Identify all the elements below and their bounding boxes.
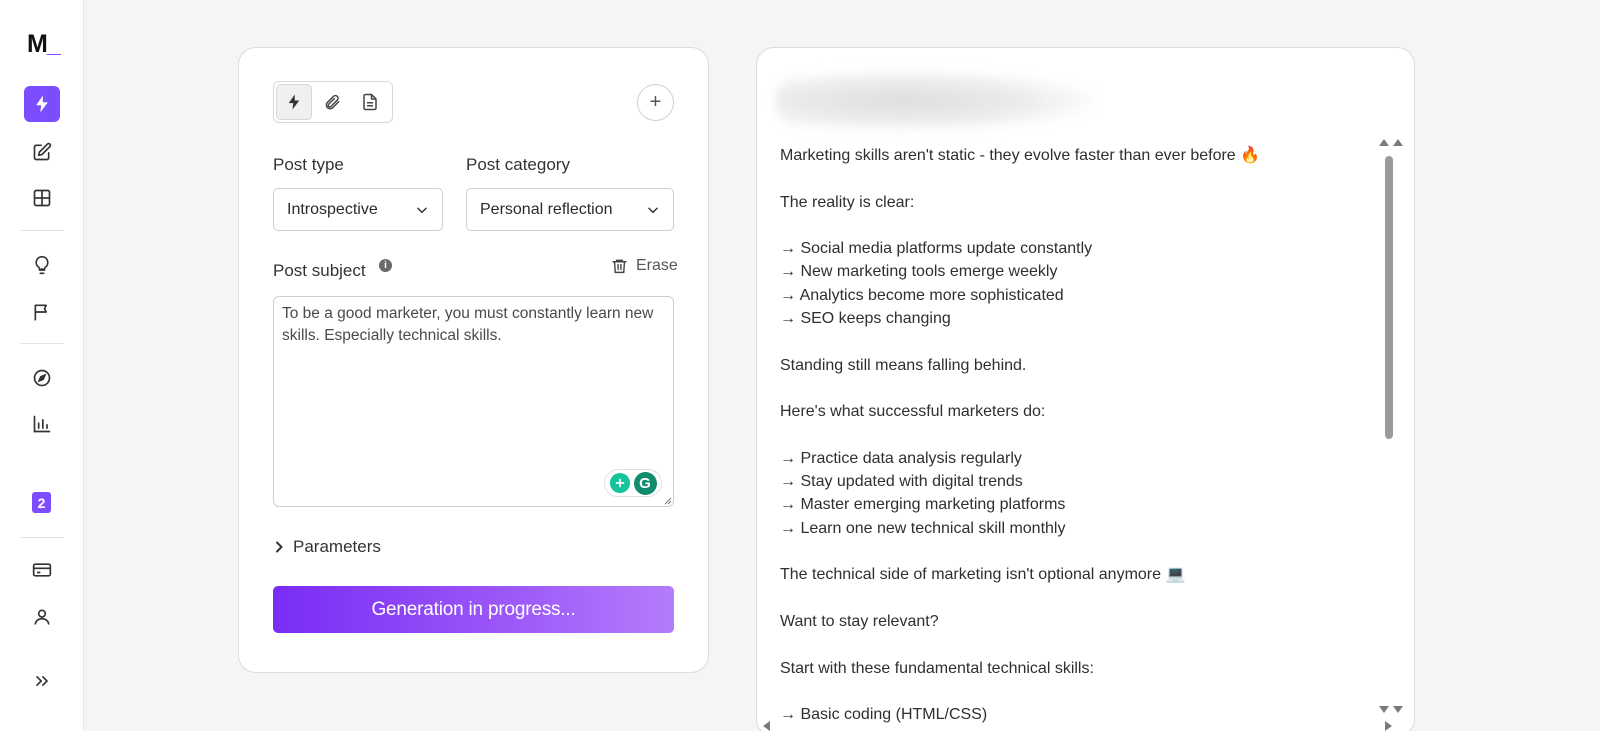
- nav-generate[interactable]: [24, 86, 60, 122]
- edit-icon: [33, 142, 52, 161]
- grammarly-icon[interactable]: G: [633, 471, 657, 495]
- trash-icon: [612, 259, 627, 274]
- post-line: → Basic coding (HTML/CSS): [780, 706, 988, 724]
- bolt-icon: [288, 94, 300, 110]
- paperclip-icon: [325, 94, 340, 110]
- post-line: [780, 330, 1370, 353]
- chevron-right-icon: [276, 541, 283, 553]
- credit-card-icon: [32, 563, 52, 577]
- scroll-right-arrow[interactable]: [1385, 721, 1392, 731]
- post-line: → Analytics become more sophisticated: [780, 286, 1064, 304]
- double-chevron-right-icon: [36, 676, 48, 686]
- post-category-label: Post category: [466, 155, 570, 174]
- post-type-select[interactable]: Introspective: [273, 188, 443, 231]
- post-line: [780, 377, 1370, 400]
- scroll-up-arrow-secondary[interactable]: [1393, 139, 1403, 146]
- nav-billing[interactable]: [24, 552, 60, 588]
- sidebar-divider: [20, 343, 64, 344]
- bar-chart-icon: [33, 415, 51, 433]
- erase-label: Erase: [636, 257, 678, 274]
- compass-icon: [33, 369, 51, 387]
- scroll-down-arrow-secondary[interactable]: [1393, 706, 1403, 713]
- post-line: [780, 214, 1370, 237]
- scroll-left-arrow[interactable]: [763, 721, 770, 731]
- parameters-toggle[interactable]: Parameters: [273, 537, 381, 557]
- post-line: The reality is clear:: [780, 193, 915, 211]
- app-logo[interactable]: M_: [27, 30, 61, 59]
- post-line: → Stay updated with digital trends: [780, 473, 1023, 491]
- chevron-down-icon: [648, 207, 658, 213]
- sidebar-divider: [20, 537, 64, 538]
- generated-post-text: Marketing skills aren't static - they ev…: [780, 144, 1370, 726]
- post-line: [780, 540, 1370, 563]
- post-subject-label: Post subject: [273, 261, 366, 280]
- post-line: → Master emerging marketing platforms: [780, 496, 1066, 514]
- post-line: → New marketing tools emerge weekly: [780, 263, 1058, 281]
- nav-edit[interactable]: [24, 134, 60, 170]
- result-card: Marketing skills aren't static - they ev…: [756, 47, 1415, 731]
- lightbulb-icon: [35, 255, 49, 275]
- nav-grid[interactable]: [24, 180, 60, 216]
- nav-ideas[interactable]: [24, 247, 60, 283]
- blurred-author-header: [775, 70, 1095, 132]
- mode-attachment-button[interactable]: [314, 84, 350, 120]
- user-icon: [34, 609, 50, 625]
- post-line: Start with these fundamental technical s…: [780, 659, 1094, 677]
- post-category-select[interactable]: Personal reflection: [466, 188, 674, 231]
- post-line: [780, 424, 1370, 447]
- bolt-icon: [36, 95, 48, 113]
- chevron-down-icon: [417, 207, 427, 213]
- resize-handle-icon[interactable]: [664, 497, 672, 505]
- post-line: The technical side of marketing isn't op…: [780, 566, 1186, 584]
- post-line: Want to stay relevant?: [780, 612, 939, 630]
- flag-icon: [34, 304, 48, 321]
- nav-profile[interactable]: [24, 599, 60, 635]
- post-line: → SEO keeps changing: [780, 310, 951, 328]
- document-icon: [363, 93, 377, 111]
- post-line: → Social media platforms update constant…: [780, 240, 1093, 258]
- nav-analytics[interactable]: [24, 406, 60, 442]
- mode-toggle-group: [273, 81, 393, 123]
- post-line: Here's what successful marketers do:: [780, 403, 1046, 421]
- post-type-label: Post type: [273, 155, 344, 174]
- generate-button[interactable]: Generation in progress...: [273, 586, 674, 633]
- post-line: → Learn one new technical skill monthly: [780, 519, 1066, 537]
- post-category-value: Personal reflection: [480, 200, 613, 218]
- parameters-label: Parameters: [293, 537, 381, 556]
- grammarly-suggestion-icon[interactable]: [609, 473, 630, 493]
- scroll-up-arrow[interactable]: [1379, 139, 1389, 146]
- post-line: → Practice data analysis regularly: [780, 449, 1022, 467]
- info-icon[interactable]: i: [379, 259, 392, 272]
- post-line: Marketing skills aren't static - they ev…: [780, 147, 1261, 164]
- mode-document-button[interactable]: [352, 84, 388, 120]
- vertical-scrollbar-thumb[interactable]: [1385, 156, 1393, 439]
- nav-explore[interactable]: [24, 360, 60, 396]
- grid-icon: [33, 189, 51, 207]
- nav-flag[interactable]: [24, 294, 60, 330]
- scroll-down-arrow[interactable]: [1379, 706, 1389, 713]
- mode-quick-button[interactable]: [276, 84, 312, 120]
- post-line: Standing still means falling behind.: [780, 356, 1027, 374]
- count-badge[interactable]: 2: [32, 492, 51, 513]
- post-line: [780, 633, 1370, 656]
- add-button[interactable]: +: [637, 84, 674, 121]
- post-line: [780, 587, 1370, 610]
- post-line: [780, 680, 1370, 703]
- post-form-card: + Post type Introspective Post category …: [238, 47, 709, 673]
- expand-sidebar-button[interactable]: [24, 663, 60, 699]
- grammarly-widget[interactable]: G: [604, 469, 662, 497]
- sidebar: M_ 2: [0, 0, 84, 731]
- post-type-value: Introspective: [287, 200, 378, 218]
- post-line: [780, 167, 1370, 190]
- sidebar-divider: [20, 230, 64, 231]
- erase-button[interactable]: Erase: [611, 257, 678, 275]
